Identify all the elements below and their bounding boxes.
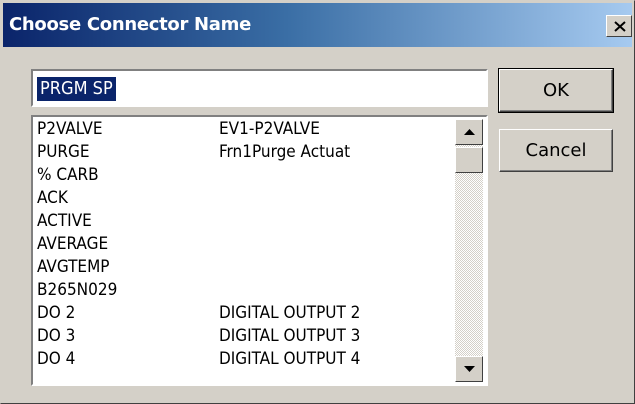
ok-button[interactable]: OK [498,68,614,113]
connector-name: P2VALVE [37,119,103,139]
connector-name-input[interactable]: PRGM SP [31,69,488,107]
list-item[interactable]: DO 3 DIGITAL OUTPUT 3 [33,326,453,348]
connector-name: DO 4 [37,349,76,369]
list-item[interactable]: DO 2 DIGITAL OUTPUT 2 [33,303,453,325]
connector-description: EV1-P2VALVE [219,119,320,139]
connector-name: B265N029 [37,280,118,300]
list-item[interactable]: % CARB [33,165,453,187]
title-bar[interactable]: Choose Connector Name [3,3,632,47]
window-title: Choose Connector Name [9,14,252,35]
list-item[interactable]: DO 4 DIGITAL OUTPUT 4 [33,349,453,371]
list-item[interactable]: B265N029 [33,280,453,302]
close-button[interactable] [606,15,632,37]
connector-name-value: PRGM SP [37,77,116,101]
list-item[interactable]: ACK [33,188,453,210]
list-item[interactable]: AVERAGE [33,234,453,256]
scroll-down-button[interactable] [455,356,483,382]
connector-description: DIGITAL OUTPUT 3 [219,326,361,346]
connector-name: AVGTEMP [37,257,110,277]
connector-name: PURGE [37,142,90,162]
list-scrollbar[interactable] [455,119,483,382]
scroll-up-button[interactable] [455,119,483,145]
connector-name: ACK [37,188,68,208]
list-item[interactable]: PURGE Frn1Purge Actuat [33,142,453,164]
choose-connector-dialog: Choose Connector Name PRGM SP OK Cancel … [0,0,635,404]
connector-description: Frn1Purge Actuat [219,142,351,162]
arrow-down-icon [464,366,475,372]
connector-name: ACTIVE [37,211,92,231]
close-icon [614,21,626,32]
connector-description: DIGITAL OUTPUT 4 [219,349,361,369]
connector-name: AVERAGE [37,234,109,254]
connector-name: DO 3 [37,326,76,346]
connector-name: % CARB [37,165,99,185]
list-item[interactable]: P2VALVE EV1-P2VALVE [33,119,453,141]
connector-description: DIGITAL OUTPUT 2 [219,303,361,323]
connector-name: DO 2 [37,303,76,323]
list-item[interactable]: ACTIVE [33,211,453,233]
scroll-thumb[interactable] [455,147,483,173]
list-item[interactable]: AVGTEMP [33,257,453,279]
cancel-button[interactable]: Cancel [499,129,613,172]
connector-list[interactable]: P2VALVE EV1-P2VALVE PURGE Frn1Purge Actu… [31,115,488,386]
arrow-up-icon [464,129,475,135]
